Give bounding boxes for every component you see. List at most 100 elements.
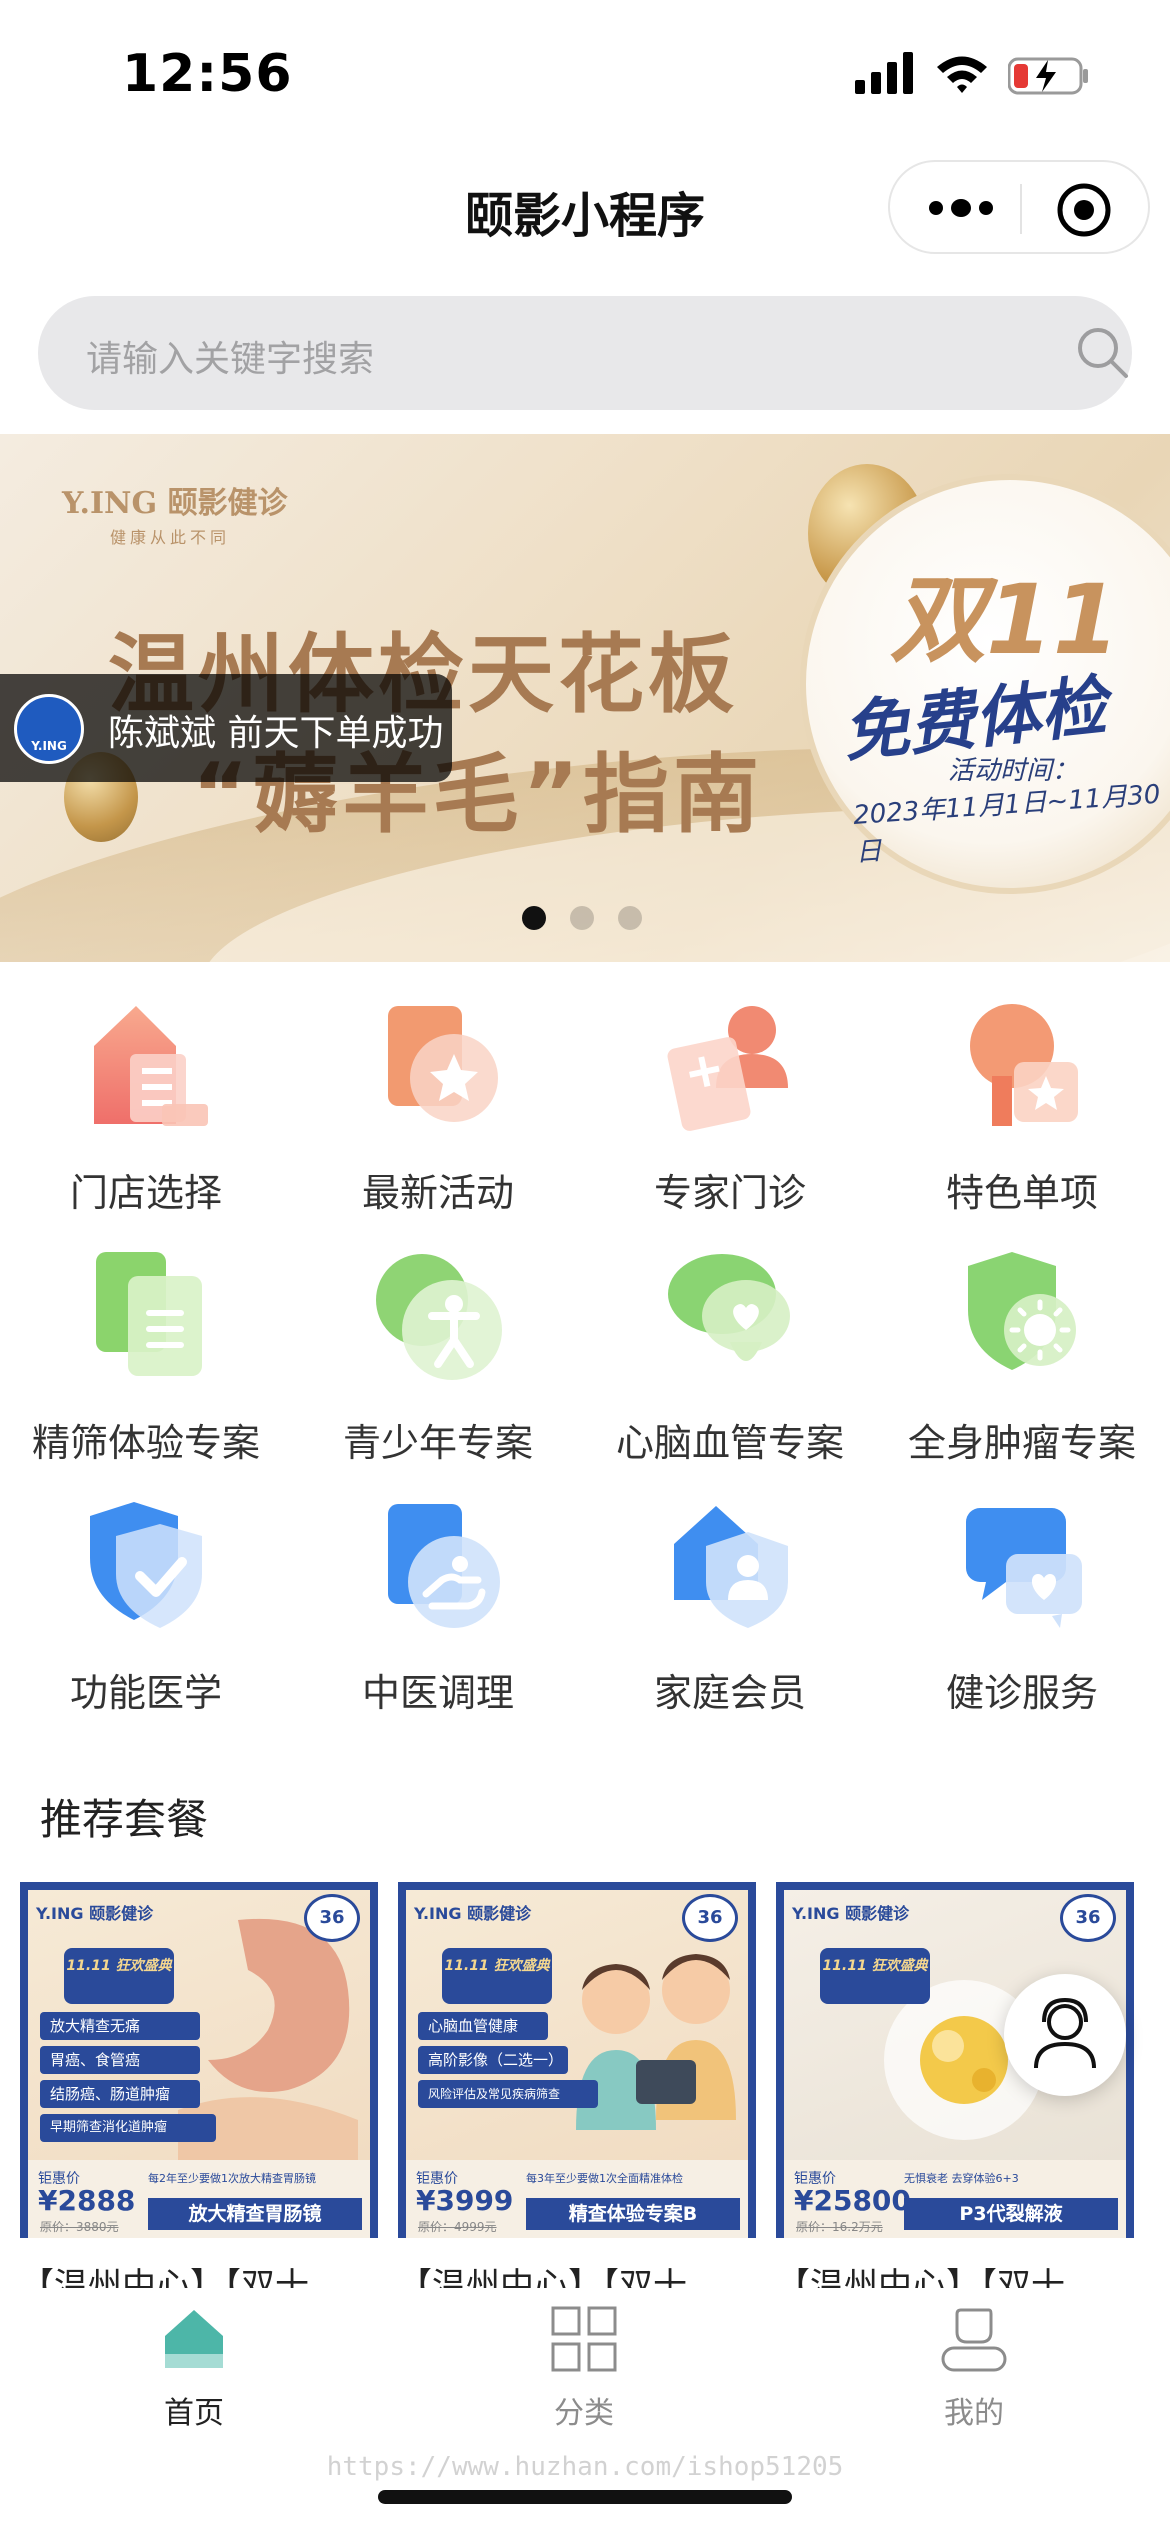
avatar: Y.ING (14, 694, 84, 764)
toast-text: 陈斌斌 前天下单成功 (108, 713, 444, 754)
capsule-divider (1020, 184, 1022, 234)
card-logo: Y.ING 颐影健诊 (414, 1904, 532, 1923)
original-price: 原价：16.2万元 (796, 2220, 883, 2234)
menu-item-expert[interactable]: 专家门诊 (584, 996, 876, 1217)
menu-item-screening[interactable]: 精筛体验专案 (0, 1246, 292, 1467)
card-logo: Y.ING 颐影健诊 (792, 1904, 910, 1923)
menu-item-cardio[interactable]: 心脑血管专案 (584, 1246, 876, 1467)
package-card[interactable]: Y.ING 颐影健诊 36 11.11 狂欢盛典 放大精查无痛 胃癌、食管癌 结… (20, 1882, 378, 2238)
tab-home[interactable]: 首页 (94, 2304, 294, 2432)
menu-label: 家庭会员 (653, 1671, 806, 1715)
card-seal: 36 (1060, 1894, 1116, 1942)
card-promo: 11.11 狂欢盛典 (442, 1948, 552, 2004)
menu-label: 特色单项 (945, 1171, 1098, 1215)
search-placeholder: 请输入关键字搜索 (86, 339, 375, 380)
activity-icon (388, 1006, 498, 1122)
tab-label: 首页 (164, 2396, 224, 2431)
card-price-area: 钜惠价 ¥25800 原价：16.2万元 无惧衰老 去穿体验6+3 P3代裂解液 (784, 2160, 1126, 2238)
card-note: 每2年至少要做1次放大精查胃肠镜 (148, 2172, 316, 2185)
original-price: 原价：3880元 (40, 2220, 119, 2234)
card-promo: 11.11 狂欢盛典 (820, 1948, 930, 2004)
status-time: 12:56 (122, 44, 293, 104)
card-bullet: 放大精查无痛 (40, 2012, 200, 2040)
card-price-area: 钜惠价 ¥2888 原价：3880元 每2年至少要做1次放大精查胃肠镜 放大精查… (28, 2160, 370, 2238)
package-name[interactable]: 【温州中心】【双十 (398, 2258, 768, 2288)
tumor-shield-icon (968, 1252, 1076, 1370)
document-icon (96, 1252, 202, 1376)
mini-program-capsule (888, 160, 1150, 254)
home-icon (165, 2310, 223, 2368)
original-price: 原价：4999元 (418, 2220, 497, 2234)
more-icon[interactable] (926, 190, 996, 226)
menu-item-special[interactable]: 特色单项 (876, 996, 1168, 1217)
menu-item-functional[interactable]: 功能医学 (0, 1496, 292, 1717)
expert-clinic-icon (667, 1006, 788, 1131)
card-seal: 36 (304, 1894, 360, 1942)
tab-label: 分类 (554, 2396, 614, 2431)
card-price-area: 钜惠价 ¥3999 原价：4999元 每3年至少要做1次全面精准体检 精查体验专… (406, 2160, 748, 2238)
doctor-illustration (576, 1954, 736, 2130)
brand-slogan: 健康从此不同 (110, 528, 231, 547)
menu-label: 门店选择 (69, 1171, 222, 1215)
card-bullet: 结肠癌、肠道肿瘤 (40, 2080, 200, 2108)
home-indicator[interactable] (378, 2490, 792, 2504)
family-member-icon (674, 1506, 788, 1628)
card-seal: 36 (682, 1894, 738, 1942)
card-bullet: 高阶影像（二选一） (418, 2046, 568, 2074)
search-icon[interactable] (1074, 324, 1132, 382)
card-bullet: 心脑血管健康 (418, 2012, 548, 2040)
card-note: 每3年至少要做1次全面精准体检 (526, 2172, 683, 2185)
search-bar[interactable]: 请输入关键字搜索 (38, 296, 1132, 410)
card-logo: Y.ING 颐影健诊 (36, 1904, 154, 1923)
indicator-dot[interactable] (618, 906, 642, 930)
price: ¥3999 (416, 2184, 514, 2217)
special-item-icon (970, 1004, 1078, 1126)
card-promo: 11.11 狂欢盛典 (64, 1948, 174, 2004)
youth-icon (376, 1254, 502, 1380)
package-name[interactable]: 【温州中心】【双十 (776, 2258, 1146, 2288)
menu-item-store[interactable]: 门店选择 (0, 996, 292, 1217)
menu-item-tumor[interactable]: 全身肿瘤专案 (876, 1246, 1168, 1467)
price: ¥25800 (794, 2184, 911, 2217)
menu-item-service[interactable]: 健诊服务 (876, 1496, 1168, 1717)
package-card[interactable]: Y.ING 颐影健诊 36 11.11 狂欢盛典 心脑血管健康 高阶影像（二选一… (398, 1882, 756, 2238)
avatar-logo-text: Y.ING (31, 739, 67, 753)
tab-profile[interactable]: 我的 (874, 2304, 1074, 2432)
product-name: P3代裂解液 (904, 2198, 1118, 2230)
menu-label: 健诊服务 (945, 1671, 1098, 1715)
order-toast: Y.ING 陈斌斌 前天下单成功 (0, 674, 452, 782)
battery-charging-icon (1008, 57, 1088, 95)
price: ¥2888 (38, 2184, 136, 2217)
menu-label: 精筛体验专案 (31, 1421, 260, 1465)
store-icon (94, 1006, 208, 1126)
product-name: 放大精查胃肠镜 (148, 2198, 362, 2230)
indicator-dot[interactable] (570, 906, 594, 930)
menu-label: 全身肿瘤专案 (907, 1421, 1136, 1465)
package-name[interactable]: 【温州中心】【双十 (20, 2258, 390, 2288)
menu-label: 最新活动 (361, 1171, 514, 1215)
wifi-icon (937, 56, 987, 93)
card-bullet: 早期筛查消化道肿瘤 (40, 2114, 216, 2142)
menu-item-activity[interactable]: 最新活动 (292, 996, 584, 1217)
customer-service-button[interactable] (1004, 1974, 1126, 2096)
tcm-hand-icon (388, 1504, 500, 1628)
menu-item-youth[interactable]: 青少年专案 (292, 1246, 584, 1467)
tab-category[interactable]: 分类 (484, 2304, 684, 2432)
shield-check-icon (90, 1502, 202, 1628)
close-mini-program-icon[interactable] (1056, 182, 1112, 238)
profile-icon (941, 2308, 1007, 2372)
card-note: 无惧衰老 去穿体验6+3 (904, 2172, 1019, 2185)
menu-item-tcm[interactable]: 中医调理 (292, 1496, 584, 1717)
menu-label: 功能医学 (69, 1671, 222, 1715)
card-bullet: 风险评估及常见疾病筛查 (418, 2080, 598, 2108)
product-name: 精查体验专案B (526, 2198, 740, 2230)
section-title: 推荐套餐 (40, 1795, 209, 1844)
menu-item-family[interactable]: 家庭会员 (584, 1496, 876, 1717)
brand-logo: Y.ING 颐影健诊 (62, 486, 288, 521)
brain-heart-icon (668, 1254, 790, 1361)
status-bar: 12:56 (0, 0, 1170, 140)
indicator-dot-active[interactable] (522, 906, 546, 930)
watermark: https://www.huzhan.com/ishop51205 (326, 2452, 844, 2482)
menu-label: 中医调理 (361, 1671, 514, 1715)
menu-label: 专家门诊 (653, 1171, 806, 1215)
